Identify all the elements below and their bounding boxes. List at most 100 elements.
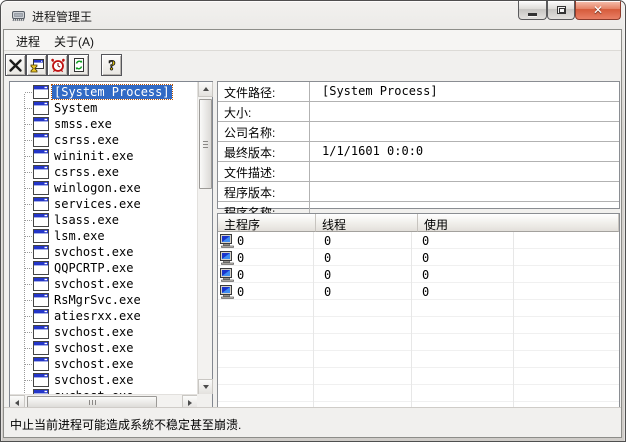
tree-vertical-scrollbar[interactable]	[197, 82, 212, 394]
window-icon	[33, 117, 49, 131]
process-name: RsMgrSvc.exe	[52, 293, 143, 307]
tree-item-process[interactable]: + lsass.exe	[10, 212, 197, 228]
main-program-cell: 0	[218, 285, 314, 299]
arrow-left-icon	[12, 400, 19, 406]
detail-value	[310, 182, 619, 201]
usage-cell: 0	[412, 268, 514, 282]
main-program-value: 0	[237, 251, 244, 265]
window-icon	[33, 373, 49, 387]
threads-cell: 0	[314, 268, 412, 282]
menu-item[interactable]: 关于(A)	[47, 30, 101, 50]
window-icon	[33, 229, 49, 243]
tree-item-process[interactable]: + [System Process]	[10, 84, 197, 100]
column-header[interactable]	[612, 214, 619, 232]
computer-icon	[220, 268, 235, 282]
menu-item[interactable]: 进程	[9, 30, 47, 50]
main-program-value: 0	[237, 234, 244, 248]
tree-item-process[interactable]: + services.exe	[10, 196, 197, 212]
detail-value	[310, 102, 619, 121]
help-button[interactable]: ?	[101, 54, 122, 76]
refresh-button[interactable]	[68, 54, 89, 76]
window-icon	[33, 85, 49, 99]
process-name: lsass.exe	[52, 213, 121, 227]
detail-row: 文件描述:	[218, 162, 619, 182]
process-name: svchost.exe	[52, 357, 135, 371]
main-program-cell: 0	[218, 268, 314, 282]
threads-cell: 0	[314, 285, 412, 299]
table-row[interactable]: 0 0 0	[218, 232, 619, 249]
window-icon	[33, 181, 49, 195]
window-icon	[33, 149, 49, 163]
detail-row: 最终版本: 1/1/1601 0:0:0	[218, 142, 619, 162]
window-icon	[33, 389, 49, 394]
tree-item-process[interactable]: + svchost.exe	[10, 324, 197, 340]
refresh-doc-icon	[71, 57, 87, 73]
process-name: svchost.exe	[52, 245, 135, 259]
close-button[interactable]: ✕	[575, 1, 621, 20]
table-row[interactable]: 0 0 0	[218, 283, 619, 300]
detail-row: 文件路径: [System Process]	[218, 82, 619, 102]
suspend-window-button[interactable]	[26, 54, 47, 76]
tree-item-process[interactable]: + svchost.exe	[10, 372, 197, 388]
table-row[interactable]: 0 0 0	[218, 249, 619, 266]
window-icon	[33, 293, 49, 307]
tree-item-process[interactable]: + winlogon.exe	[10, 180, 197, 196]
minimize-button[interactable]	[518, 1, 547, 20]
tree-item-process[interactable]: + svchost.exe	[10, 276, 197, 292]
status-text: 中止当前进程可能造成系统不稳定甚至崩溃.	[10, 418, 241, 432]
process-name: csrss.exe	[52, 133, 121, 147]
modules-table-panel: 主程序 线程 使用	[217, 213, 620, 409]
tree-item-process[interactable]: + smss.exe	[10, 116, 197, 132]
process-name: svchost.exe	[52, 373, 135, 387]
tree-item-process[interactable]: + svchost.exe	[10, 244, 197, 260]
column-header[interactable]: 线程	[316, 214, 418, 232]
detail-value: 1/1/1601 0:0:0	[310, 142, 619, 161]
tree-item-process[interactable]: + svchost.exe	[10, 340, 197, 356]
process-name: lsm.exe	[52, 229, 107, 243]
tree-item-process[interactable]: + QQPCRTP.exe	[10, 260, 197, 276]
arrow-right-icon	[188, 400, 195, 406]
column-header[interactable]: 使用	[418, 214, 612, 232]
process-name: svchost.exe	[52, 325, 135, 339]
vertical-scroll-thumb[interactable]	[199, 99, 212, 189]
tree-item-process[interactable]: + System	[10, 100, 197, 116]
table-row[interactable]: 0 0 0	[218, 266, 619, 283]
threads-cell: 0	[314, 234, 412, 248]
window-icon	[33, 357, 49, 371]
detail-value	[310, 162, 619, 181]
tree-item-process[interactable]: + RsMgrSvc.exe	[10, 292, 197, 308]
restore-button[interactable]	[547, 1, 575, 20]
tree-item-process[interactable]: + csrss.exe	[10, 132, 197, 148]
kill-process-button[interactable]	[5, 54, 26, 76]
tree-item-process[interactable]: + svchost.exe	[10, 356, 197, 372]
tree-item-process[interactable]: + atiesrxx.exe	[10, 308, 197, 324]
detail-value: [System Process]	[310, 82, 619, 101]
process-name: smss.exe	[52, 117, 114, 131]
computer-icon	[220, 251, 235, 265]
window-icon	[33, 277, 49, 291]
window-icon	[33, 197, 49, 211]
main-program-value: 0	[237, 285, 244, 299]
main-program-cell: 0	[218, 234, 314, 248]
timer-button[interactable]	[47, 54, 68, 76]
window-icon	[33, 261, 49, 275]
window-icon	[33, 245, 49, 259]
app-window: 进程管理王 ✕ 进程 关于(A)	[0, 0, 626, 442]
scroll-up-button[interactable]	[198, 82, 213, 97]
tree-item-process[interactable]: + lsm.exe	[10, 228, 197, 244]
column-header[interactable]: 主程序	[218, 214, 316, 232]
scroll-down-button[interactable]	[198, 379, 213, 394]
tree-item-process[interactable]: + csrss.exe	[10, 164, 197, 180]
usage-cell: 0	[412, 251, 514, 265]
detail-row: 大小:	[218, 102, 619, 122]
svg-text:?: ?	[108, 58, 116, 73]
title-bar[interactable]: 进程管理王 ✕	[1, 1, 625, 29]
window-icon	[33, 165, 49, 179]
thumb-grip	[92, 400, 93, 405]
window-icon	[33, 325, 49, 339]
tree-item-process[interactable]: + wininit.exe	[10, 148, 197, 164]
arrow-down-icon	[203, 385, 209, 392]
process-name: QQPCRTP.exe	[52, 261, 135, 275]
process-name: svchost.exe	[52, 277, 135, 291]
usage-cell: 0	[412, 285, 514, 299]
